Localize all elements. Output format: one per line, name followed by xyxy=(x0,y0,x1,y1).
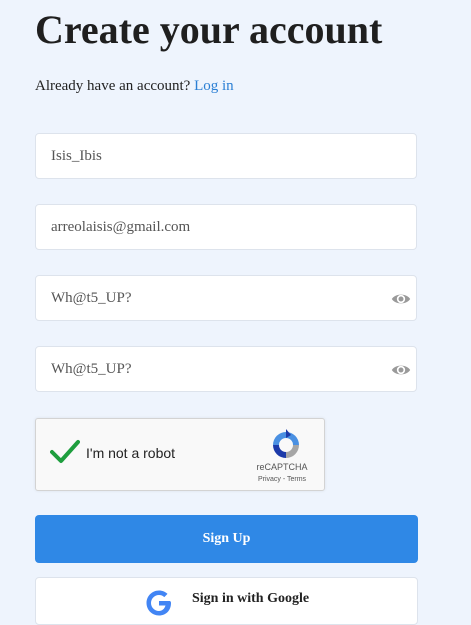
password-field[interactable] xyxy=(35,275,417,321)
password-input[interactable] xyxy=(36,276,416,320)
captcha-privacy-link[interactable]: Privacy xyxy=(258,476,281,483)
username-input[interactable] xyxy=(36,134,416,178)
page-title: Create your account xyxy=(35,7,383,52)
login-prompt-text: Already have an account? xyxy=(35,78,191,94)
confirm-password-input[interactable] xyxy=(36,347,416,391)
google-signin-button[interactable]: Sign in with Google xyxy=(35,577,418,625)
captcha-label: I'm not a robot xyxy=(86,445,176,461)
email-input[interactable] xyxy=(36,205,416,249)
email-field[interactable] xyxy=(35,204,417,250)
captcha-terms-link[interactable]: Terms xyxy=(287,476,306,483)
google-g-icon xyxy=(146,590,171,616)
captcha-links: Privacy - Terms xyxy=(250,476,314,483)
signup-button[interactable]: Sign Up xyxy=(35,515,418,563)
login-link[interactable]: Log in xyxy=(194,78,234,94)
recaptcha-logo-icon xyxy=(273,429,299,458)
google-button-label: Sign in with Google xyxy=(192,591,310,606)
confirm-password-field[interactable] xyxy=(35,346,417,392)
checkmark-icon[interactable] xyxy=(50,439,80,465)
recaptcha-widget: I'm not a robot reCAPTCHA Privacy - Term… xyxy=(35,418,325,491)
eye-icon[interactable] xyxy=(390,289,412,309)
login-prompt: Already have an account? Log in xyxy=(35,76,234,96)
captcha-brand: reCAPTCHA xyxy=(256,462,308,472)
username-field[interactable] xyxy=(35,133,417,179)
eye-icon[interactable] xyxy=(390,360,412,380)
